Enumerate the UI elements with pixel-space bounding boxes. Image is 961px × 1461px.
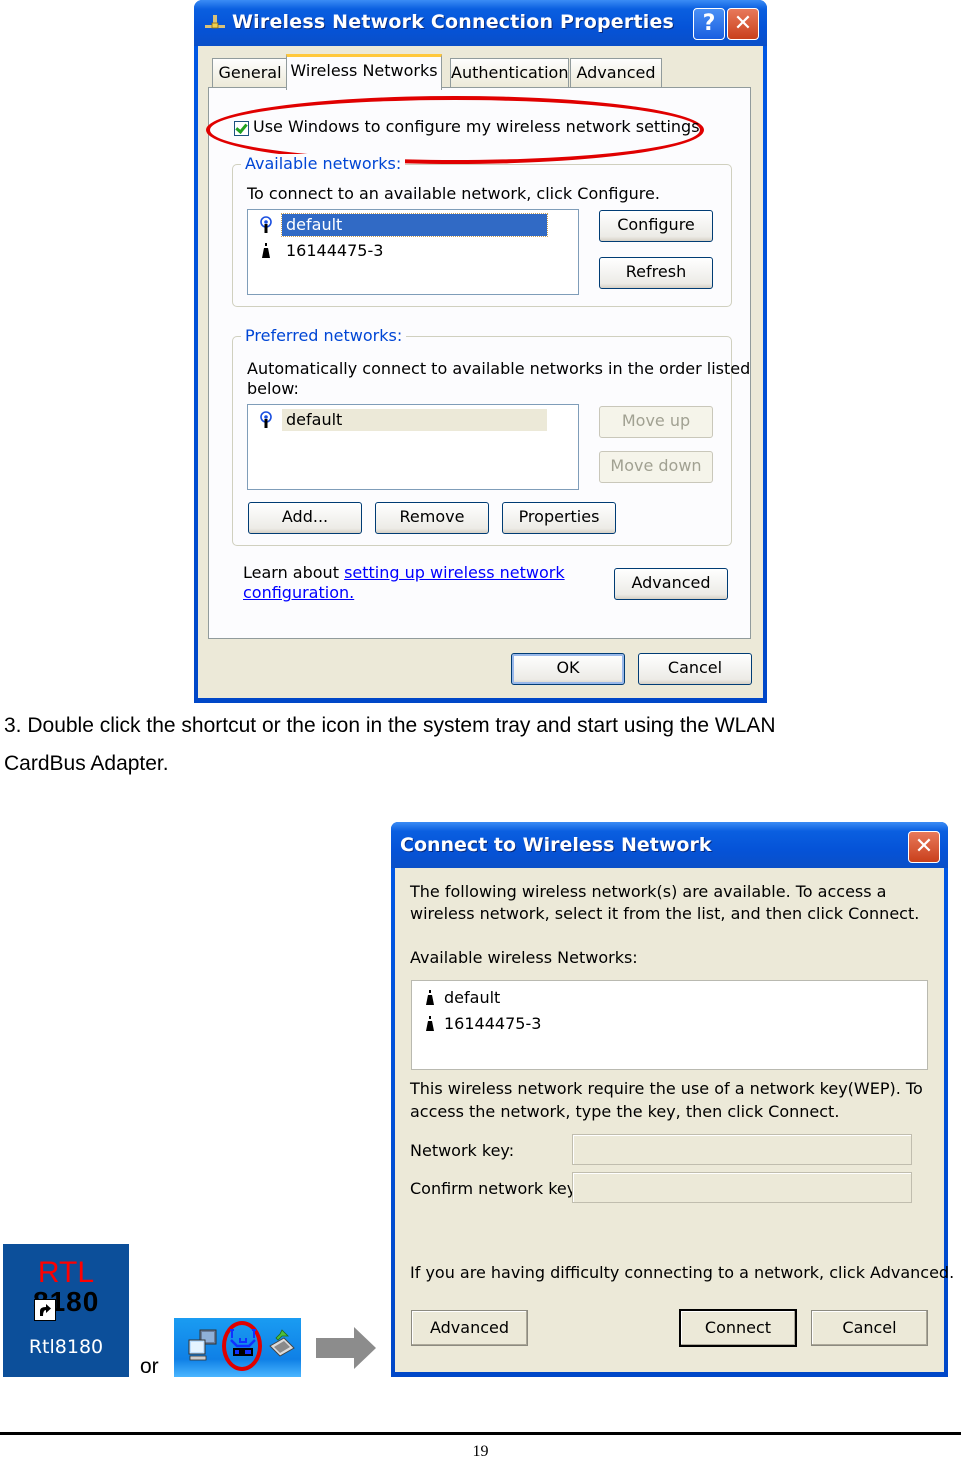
learn-about-link-line2[interactable]: configuration. bbox=[243, 583, 354, 602]
use-windows-row: Use Windows to configure my wireless net… bbox=[206, 96, 750, 164]
tab-general[interactable]: General bbox=[212, 58, 288, 87]
close-button[interactable]: ✕ bbox=[727, 8, 759, 40]
ok-button[interactable]: OK bbox=[511, 653, 625, 685]
properties-button[interactable]: Properties bbox=[502, 502, 616, 534]
wlan-utility-tray-icon[interactable] bbox=[228, 1326, 258, 1364]
title-bar[interactable]: Connect to Wireless Network ✕ bbox=[391, 822, 948, 868]
advanced-button[interactable]: Advanced bbox=[614, 568, 728, 600]
or-label: or bbox=[140, 1355, 159, 1378]
intro-line2: wireless network, select it from the lis… bbox=[410, 904, 920, 923]
learn-about-link[interactable]: setting up wireless network bbox=[344, 563, 565, 582]
title-bar[interactable]: Wireless Network Connection Properties ?… bbox=[194, 0, 767, 46]
tab-wireless-networks[interactable]: Wireless Networks bbox=[286, 54, 442, 90]
help-button[interactable]: ? bbox=[693, 8, 725, 40]
close-button[interactable]: ✕ bbox=[908, 831, 940, 863]
available-networks-list[interactable]: default 16144475-3 bbox=[247, 209, 579, 295]
advanced-button[interactable]: Advanced bbox=[411, 1310, 528, 1346]
intro-line1: The following wireless network(s) are av… bbox=[410, 882, 887, 901]
dialog-title: Wireless Network Connection Properties bbox=[232, 11, 675, 33]
cancel-button[interactable]: Cancel bbox=[638, 653, 752, 685]
configure-button[interactable]: Configure bbox=[599, 210, 713, 242]
add-button[interactable]: Add... bbox=[248, 502, 362, 534]
remove-button[interactable]: Remove bbox=[375, 502, 489, 534]
network-connection-icon bbox=[205, 15, 225, 29]
available-networks-label: Available wireless Networks: bbox=[410, 948, 638, 967]
tab-authentication[interactable]: Authentication bbox=[450, 58, 569, 87]
learn-about-line1: Learn about setting up wireless network bbox=[243, 563, 565, 582]
network-name: 16144475-3 bbox=[444, 1014, 542, 1033]
dialog-body: The following wireless network(s) are av… bbox=[395, 868, 954, 1372]
system-tray bbox=[174, 1318, 301, 1377]
dialog-body: General Wireless Networks Authentication… bbox=[198, 46, 763, 698]
refresh-button[interactable]: Refresh bbox=[599, 257, 713, 289]
wep-line2: access the network, type the key, then c… bbox=[410, 1102, 840, 1121]
help-text: If you are having difficulty connecting … bbox=[410, 1263, 955, 1282]
preferred-antenna-icon bbox=[260, 411, 272, 428]
use-windows-checkbox[interactable] bbox=[234, 121, 249, 136]
preferred-networks-list[interactable]: default bbox=[247, 404, 579, 490]
available-networks-legend: Available networks: bbox=[241, 154, 406, 173]
confirm-key-label: Confirm network key: bbox=[410, 1179, 581, 1198]
wireless-properties-dialog: Wireless Network Connection Properties ?… bbox=[194, 0, 767, 703]
footer-divider bbox=[0, 1432, 961, 1435]
preferred-networks-group: Preferred networks: Automatically connec… bbox=[232, 326, 750, 546]
wireless-networks-panel: Use Windows to configure my wireless net… bbox=[206, 87, 751, 639]
shortcut-arrow-icon bbox=[34, 1299, 56, 1321]
wep-line1: This wireless network require the use of… bbox=[410, 1079, 923, 1098]
instruction-line2: CardBus Adapter. bbox=[4, 752, 169, 775]
available-networks-description: To connect to an available network, clic… bbox=[247, 184, 660, 203]
antenna-icon bbox=[262, 243, 270, 258]
preferred-networks-legend: Preferred networks: bbox=[241, 326, 407, 345]
network-name: default bbox=[444, 988, 501, 1007]
preferred-antenna-icon bbox=[260, 216, 272, 233]
rtl8180-desktop-shortcut[interactable]: RTL 8180 Rtl8180 bbox=[3, 1244, 129, 1377]
network-computers-icon[interactable] bbox=[186, 1328, 220, 1364]
cancel-button[interactable]: Cancel bbox=[811, 1310, 928, 1346]
shortcut-caption: Rtl8180 bbox=[28, 1336, 104, 1358]
safely-remove-hardware-icon[interactable] bbox=[266, 1328, 296, 1362]
network-key-input[interactable] bbox=[572, 1134, 912, 1165]
antenna-icon bbox=[426, 1016, 434, 1031]
connect-wireless-dialog: Connect to Wireless Network ✕ The follow… bbox=[391, 822, 954, 1377]
network-key-label: Network key: bbox=[410, 1141, 515, 1160]
preferred-description-line2: below: bbox=[247, 379, 299, 398]
network-name: default bbox=[281, 213, 548, 237]
page-number: 19 bbox=[472, 1443, 489, 1460]
network-name: default bbox=[282, 409, 547, 431]
wireless-networks-list[interactable]: default 16144475-3 bbox=[411, 980, 928, 1070]
move-up-button[interactable]: Move up bbox=[599, 406, 713, 438]
learn-about-prefix: Learn about bbox=[243, 563, 345, 582]
antenna-icon bbox=[426, 990, 434, 1005]
tab-advanced[interactable]: Advanced bbox=[570, 58, 662, 87]
use-windows-label: Use Windows to configure my wireless net… bbox=[253, 117, 700, 136]
available-networks-group: Available networks: To connect to an ava… bbox=[232, 154, 732, 307]
confirm-key-input[interactable] bbox=[572, 1172, 912, 1203]
arrow-right-icon bbox=[316, 1327, 376, 1369]
instruction-line1: 3. Double click the shortcut or the icon… bbox=[4, 714, 776, 737]
network-name: 16144475-3 bbox=[286, 241, 384, 260]
preferred-description-line1: Automatically connect to available netwo… bbox=[247, 359, 751, 378]
dialog-title: Connect to Wireless Network bbox=[400, 834, 712, 856]
shortcut-brand: RTL bbox=[37, 1256, 95, 1289]
connect-button[interactable]: Connect bbox=[679, 1309, 797, 1347]
move-down-button[interactable]: Move down bbox=[599, 451, 713, 483]
